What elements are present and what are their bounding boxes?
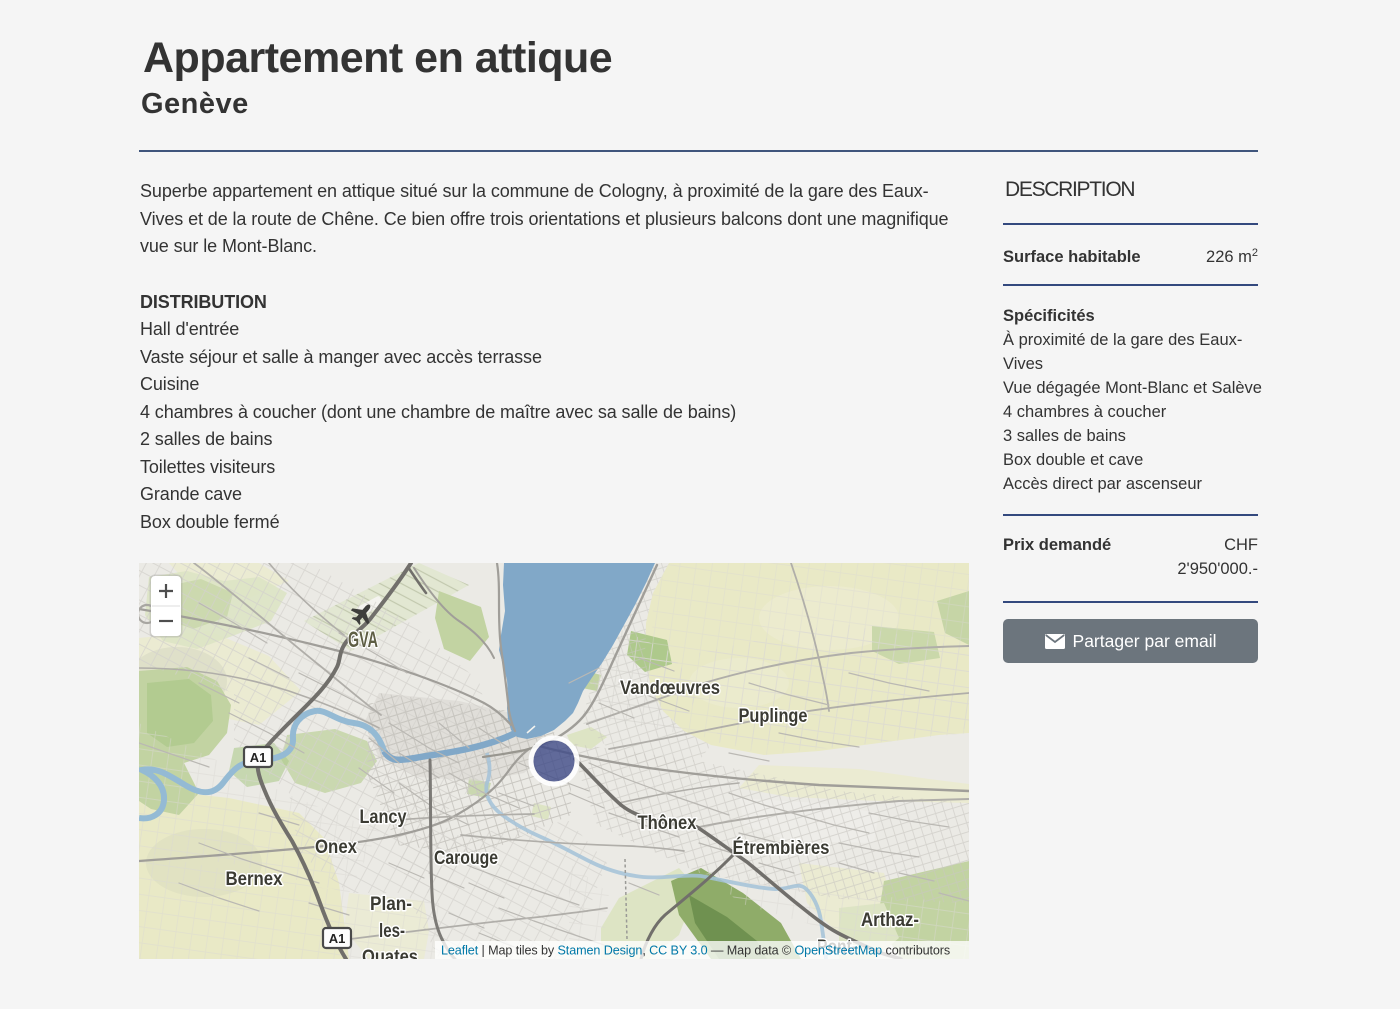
svg-text:GVA: GVA [348,627,378,652]
svg-text:Arthaz-: Arthaz- [861,910,919,931]
svg-text:Vandœuvres: Vandœuvres [620,678,720,699]
svg-text:Bernex: Bernex [226,869,283,890]
svg-text:Onex: Onex [315,837,357,858]
svg-text:Étrembières: Étrembières [733,837,830,859]
svg-text:A1: A1 [329,931,346,946]
svg-text:Ouates: Ouates [362,947,418,959]
svg-text:Leaflet | Map tiles by Stamen: Leaflet | Map tiles by Stamen Design, CC… [441,944,950,958]
svg-text:Carouge: Carouge [434,848,498,869]
svg-text:Thônex: Thônex [638,813,697,834]
svg-text:A1: A1 [250,750,267,765]
svg-text:les-: les- [379,921,405,942]
svg-text:Puplinge: Puplinge [739,706,808,727]
svg-text:Plan-: Plan- [370,894,412,915]
svg-text:Lancy: Lancy [360,807,407,828]
